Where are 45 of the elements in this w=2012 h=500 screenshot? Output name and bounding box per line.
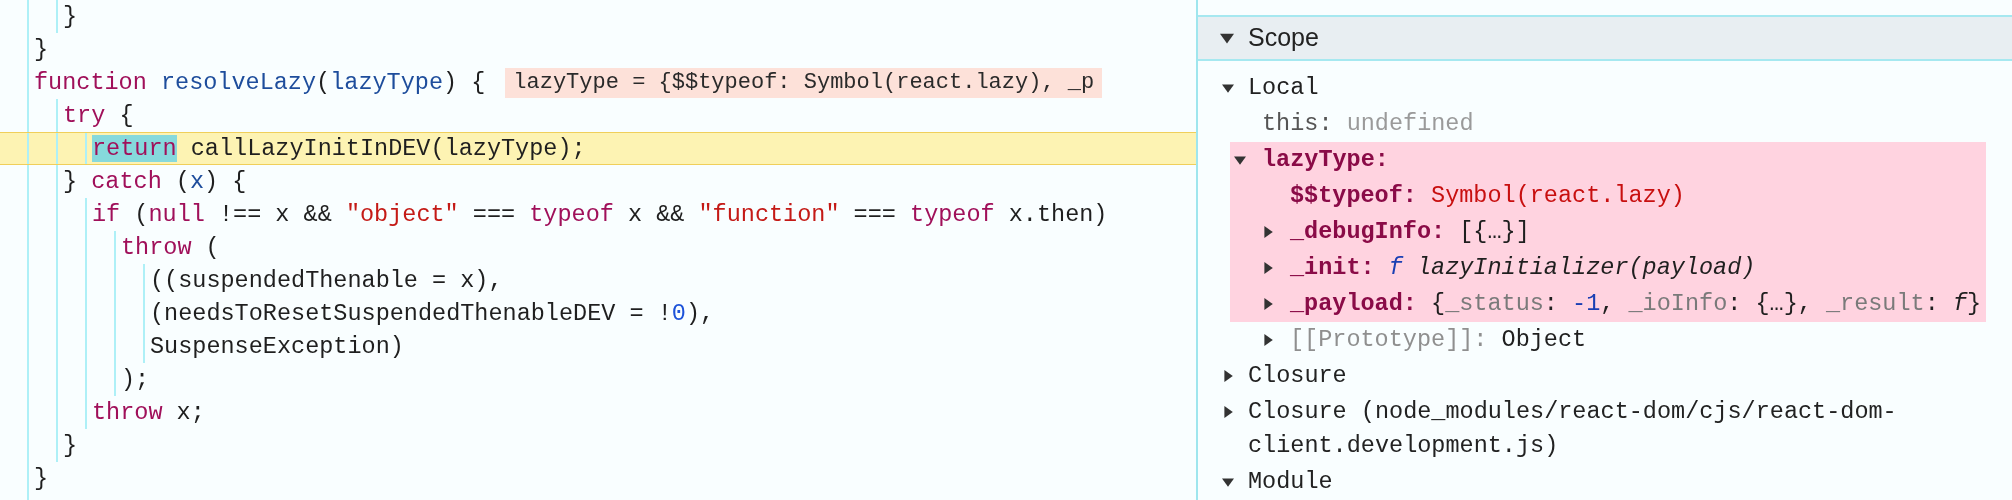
disclosure-triangle-icon[interactable] [1222, 82, 1234, 94]
property-value: undefined [1345, 109, 1474, 140]
disclosure-triangle-icon[interactable] [1222, 406, 1234, 418]
disclosure-triangle-icon[interactable] [1262, 334, 1274, 346]
scope-header[interactable]: Scope [1198, 15, 2012, 61]
code-line: SuspenseException) [150, 332, 404, 362]
code-line: ((suspendedThenable = x), [150, 266, 503, 296]
code-line: if (null !== x && "object" === typeof x && "function" === typeof x.then) [92, 200, 1108, 230]
property-value: {_status: -1, _ioInfo: {…}, _result: f} [1430, 289, 1982, 320]
code-line: } [34, 35, 49, 65]
scope-title: Scope [1248, 22, 1319, 54]
property-value: Symbol(react.lazy) [1430, 181, 1685, 212]
scope-section-label[interactable]: Closure (node_modules/react-dom/cjs/react-dom-client.development.js) [1248, 395, 1938, 463]
code-line: function resolveLazy(lazyType) { [34, 68, 486, 98]
property-name: lazyType: [1262, 145, 1389, 176]
property-name: _init: [1290, 253, 1375, 284]
disclosure-triangle-icon[interactable] [1222, 370, 1234, 382]
scope-section-label[interactable]: Module [1248, 465, 1938, 499]
code-line: } [63, 431, 78, 461]
property-name: _debugInfo: [1290, 217, 1446, 248]
disclosure-triangle-icon[interactable] [1262, 262, 1274, 274]
code-line: } [34, 464, 49, 494]
property-value: [{…}] [1458, 217, 1530, 248]
code-line: ); [121, 365, 150, 395]
property-name: this: [1262, 109, 1333, 140]
code-line: } [63, 2, 78, 32]
disclosure-triangle-icon[interactable] [1262, 298, 1274, 310]
scope-section-label[interactable]: Closure [1248, 359, 1938, 393]
disclosure-triangle-icon[interactable] [1222, 476, 1234, 488]
code-line: } catch (x) { [63, 167, 247, 197]
code-line: throw ( [121, 233, 220, 263]
code-line: (needsToResetSuspendedThenableDEV = !0), [150, 299, 715, 329]
code-line: throw x; [92, 398, 205, 428]
property-name: $$typeof: [1290, 181, 1417, 212]
property-name: [[Prototype]]: [1290, 325, 1488, 356]
property-value: f lazyInitializer(payload) [1387, 253, 1756, 284]
inline-value: lazyType = {$$typeof: Symbol(react.lazy), _p [505, 67, 1103, 98]
code-line: return callLazyInitInDEV(lazyType); [92, 134, 586, 164]
code-line: try { [63, 101, 134, 131]
disclosure-triangle-icon[interactable] [1220, 31, 1234, 45]
property-value: Object [1500, 325, 1587, 356]
scope-section-label[interactable]: Local [1248, 71, 1938, 105]
disclosure-triangle-icon[interactable] [1234, 154, 1246, 166]
property-name: _payload: [1290, 289, 1417, 320]
disclosure-triangle-icon[interactable] [1262, 226, 1274, 238]
